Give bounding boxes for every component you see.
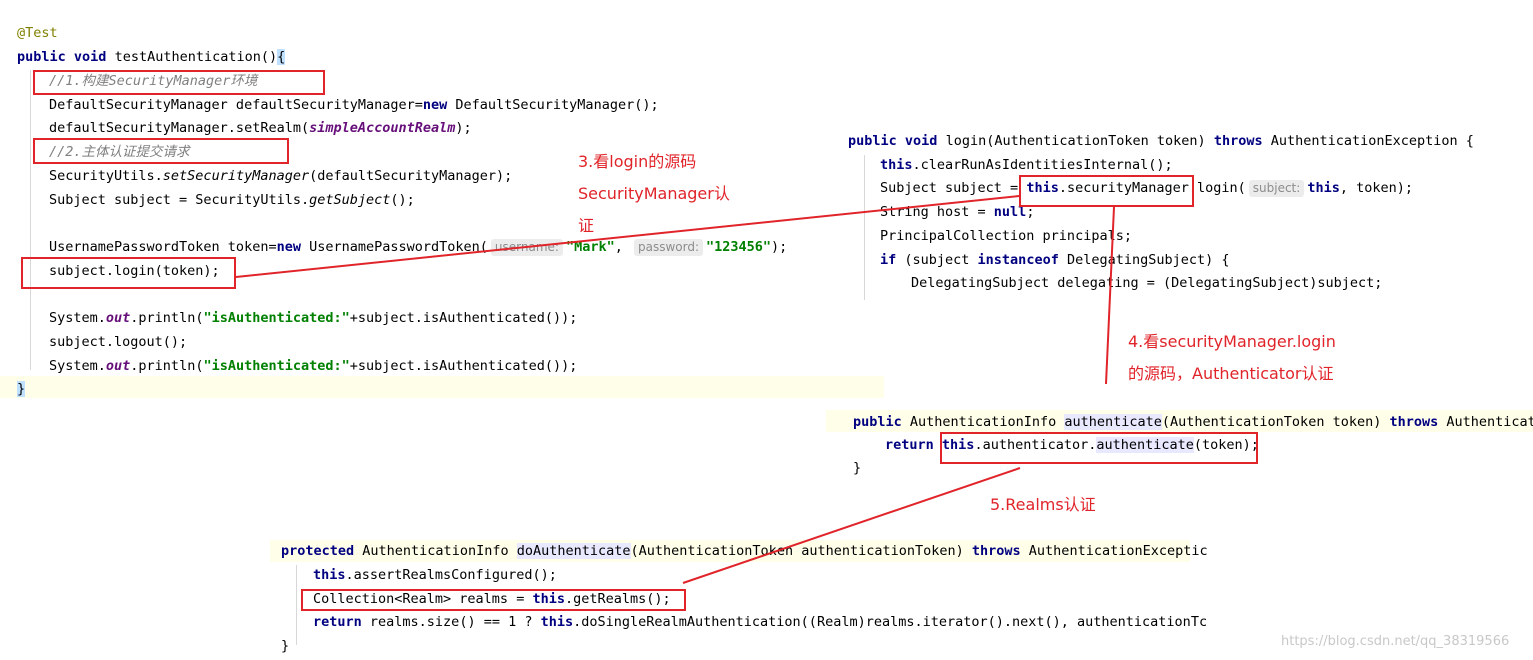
note-step-3: 3.看login的源码 SecurityManager认 证	[578, 152, 730, 235]
connector-authenticator	[682, 467, 1021, 584]
connector-security-manager	[1105, 206, 1115, 385]
note-step-5: 5.Realms认证	[990, 495, 1096, 514]
watermark: https://blog.csdn.net/qq_38319566	[1281, 634, 1510, 649]
note-step-4: 4.看securityManager.login 的源码，Authenticat…	[1128, 332, 1336, 383]
